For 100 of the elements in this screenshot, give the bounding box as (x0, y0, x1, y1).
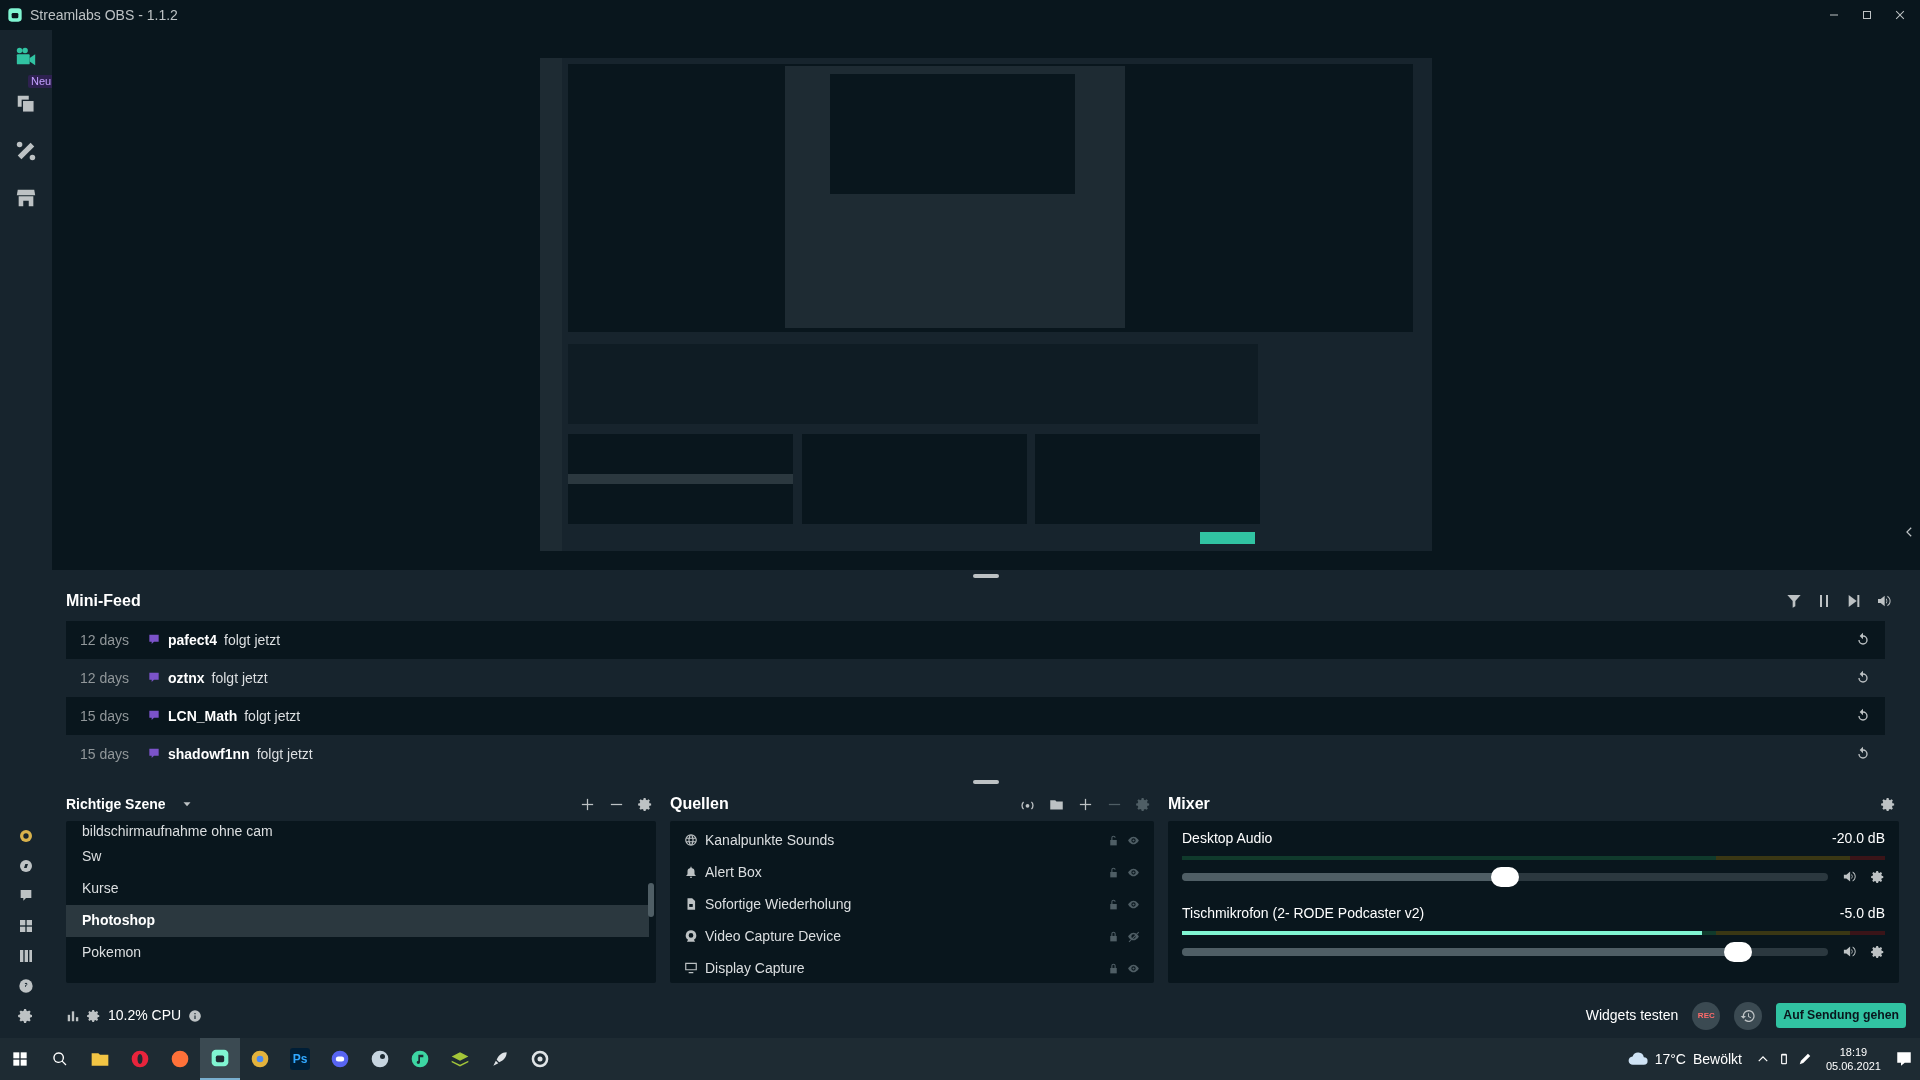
store-icon (15, 187, 37, 209)
volume-slider-thumb[interactable] (1723, 941, 1752, 962)
event-age: 15 days (80, 744, 131, 764)
speaker-icon[interactable] (1876, 593, 1892, 609)
panel-title: Richtige Szene (66, 794, 166, 814)
clock-time[interactable]: 18:19 (1839, 1044, 1868, 1059)
panel-title: Mixer (1168, 794, 1210, 814)
filter-icon[interactable] (1786, 593, 1802, 609)
history-icon (1740, 1007, 1757, 1024)
unlock-icon[interactable] (1107, 897, 1120, 911)
panel-title: Quellen (670, 794, 729, 814)
taskbar-app[interactable]: Ps (280, 1038, 320, 1080)
source-name[interactable]: Alert Box (705, 861, 762, 883)
monitor-icon (684, 961, 698, 975)
layers-icon (15, 93, 37, 115)
event-age: 15 days (80, 706, 131, 726)
circle-icon (370, 1049, 390, 1069)
lock-icon[interactable] (1107, 961, 1120, 975)
tools-icon (15, 140, 37, 162)
event-action: folgt jetzt (211, 668, 268, 688)
volume-slider[interactable] (1182, 941, 1828, 962)
speaker-icon[interactable] (1842, 869, 1857, 884)
plus-icon[interactable] (579, 796, 595, 812)
scene-item[interactable]: Sw (66, 840, 649, 873)
event-action: folgt jetzt (244, 706, 301, 726)
widgets-test-link[interactable]: Widgets testen (1585, 1005, 1679, 1026)
settings-icon[interactable] (18, 1008, 34, 1024)
cpu-usage: 10.2% CPU (108, 1006, 182, 1025)
eye-off-icon[interactable] (1127, 929, 1140, 943)
source-name[interactable]: Video Capture Device (705, 925, 841, 947)
username: LCN_Math (168, 706, 238, 726)
refresh-icon[interactable] (1855, 632, 1871, 648)
chat-icon (330, 1049, 350, 1069)
channel-reading: -20.0 dB (1832, 828, 1885, 848)
coin-icon[interactable] (18, 828, 34, 844)
circle-icon (530, 1049, 550, 1069)
close-icon[interactable] (1894, 9, 1906, 21)
camera-icon (15, 46, 37, 68)
source-name[interactable]: Kanalpunkte Sounds (705, 829, 835, 851)
skip-icon[interactable] (1846, 593, 1862, 609)
pen-icon[interactable] (1797, 1052, 1812, 1066)
volume-slider[interactable] (1182, 866, 1828, 887)
refresh-icon[interactable] (1855, 670, 1871, 686)
go-live-button[interactable]: Auf Sendung gehen (1776, 1002, 1906, 1029)
panel-title: Mini-Feed (66, 591, 141, 611)
cpu-icon (87, 1008, 101, 1023)
channel-name: Tischmikrofon (2- RODE Podcaster v2) (1182, 903, 1425, 923)
circle-icon (170, 1049, 190, 1069)
resize-handle[interactable] (973, 573, 999, 578)
scene-item[interactable]: Kurse (66, 872, 649, 905)
speaker-icon[interactable] (1842, 944, 1857, 959)
username: pafect4 (168, 630, 218, 650)
refresh-icon[interactable] (1855, 708, 1871, 724)
globe-icon (684, 833, 698, 847)
unlock-icon[interactable] (1107, 865, 1120, 879)
settings-icon[interactable] (1880, 796, 1896, 812)
chart-icon[interactable] (66, 1008, 80, 1023)
unlock-icon[interactable] (1107, 833, 1120, 847)
settings-icon[interactable] (1871, 944, 1885, 959)
circle-icon (250, 1049, 270, 1069)
settings-icon[interactable] (637, 796, 653, 812)
source-name[interactable]: Display Capture (705, 957, 805, 979)
volume-slider-thumb[interactable] (1491, 866, 1519, 887)
webcam-icon (684, 929, 698, 943)
source-name[interactable]: Sofortige Wiederholung (705, 893, 852, 915)
clock-date[interactable]: 05.06.2021 (1825, 1059, 1881, 1074)
weather-condition: Bewölkt (1692, 1049, 1742, 1069)
notification-icon[interactable] (1895, 1050, 1913, 1068)
taskbar-app[interactable] (200, 1038, 240, 1080)
settings-icon[interactable] (1871, 869, 1885, 884)
channel-name: Desktop Audio (1182, 828, 1273, 848)
channel-reading: -5.0 dB (1839, 903, 1885, 923)
event-action: folgt jetzt (256, 744, 313, 764)
window-title: Streamlabs OBS - 1.1.2 (30, 5, 178, 25)
ring-icon (130, 1049, 150, 1069)
columns-icon[interactable] (18, 948, 34, 964)
help-icon[interactable] (18, 978, 34, 994)
replay-button[interactable] (1734, 1001, 1763, 1030)
scene-item[interactable]: bildschirmaufnahme ohne cam (66, 820, 649, 841)
new-badge: Neu (28, 75, 55, 88)
circle-icon (410, 1049, 430, 1069)
app-logo-icon (7, 7, 23, 23)
plus-icon[interactable] (1077, 796, 1093, 812)
info-icon[interactable] (188, 1008, 203, 1023)
scene-item[interactable]: Photoshop (66, 904, 649, 937)
compass-icon[interactable] (18, 858, 34, 874)
username: oztnx (168, 668, 205, 688)
event-action: folgt jetzt (224, 630, 281, 650)
scrollbar[interactable] (648, 882, 654, 917)
resize-handle[interactable] (973, 780, 999, 784)
bell-icon (684, 865, 698, 879)
lock-icon[interactable] (1107, 929, 1120, 943)
grid-icon[interactable] (18, 918, 34, 934)
refresh-icon[interactable] (1855, 746, 1871, 762)
scene-item[interactable]: Pokemon (66, 936, 649, 969)
username: shadowf1nn (168, 744, 250, 764)
maximize-icon[interactable] (1861, 9, 1873, 21)
search-icon (52, 1051, 68, 1067)
event-age: 12 days (80, 668, 131, 688)
event-age: 12 days (80, 630, 131, 650)
